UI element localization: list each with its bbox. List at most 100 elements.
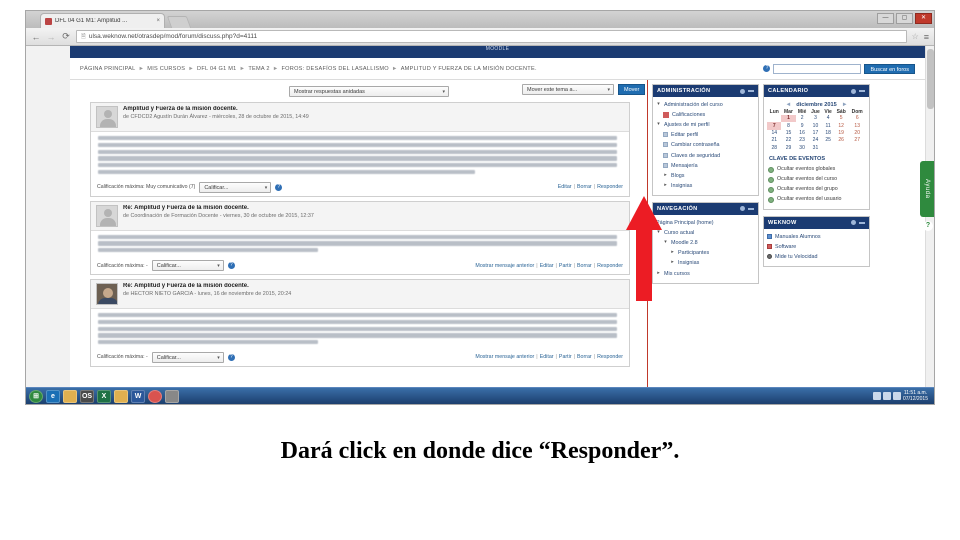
- avatar[interactable]: [96, 106, 118, 128]
- new-tab-button[interactable]: [166, 16, 192, 28]
- event-key-item[interactable]: Ocultar eventos globales: [767, 165, 866, 175]
- taskbar-app-icon[interactable]: [165, 389, 179, 403]
- forward-icon[interactable]: →: [46, 32, 56, 42]
- calendar-day[interactable]: 18: [822, 130, 834, 137]
- taskbar-os-icon[interactable]: OS: [80, 389, 94, 403]
- edit-link[interactable]: Editar: [540, 354, 554, 360]
- calendar-day[interactable]: 21: [767, 137, 781, 144]
- calendar-day[interactable]: 24: [809, 137, 823, 144]
- calendar-day[interactable]: 7: [767, 122, 782, 130]
- delete-link[interactable]: Borrar: [577, 354, 592, 360]
- taskbar-excel-icon[interactable]: X: [97, 389, 111, 403]
- chevron-down-icon[interactable]: ▾: [656, 121, 661, 129]
- chevron-right-icon[interactable]: ▸: [670, 259, 675, 267]
- delete-link[interactable]: Borrar: [577, 184, 592, 190]
- chevron-down-icon[interactable]: ▾: [656, 101, 661, 109]
- show-parent-link[interactable]: Mostrar mensaje anterior: [475, 354, 534, 360]
- breadcrumb-item-topic[interactable]: TEMA 2: [248, 66, 269, 72]
- reload-icon[interactable]: ⟳: [61, 31, 71, 42]
- event-key-item[interactable]: Ocultar eventos del curso: [767, 175, 866, 185]
- weknow-item-software[interactable]: Software: [767, 242, 866, 252]
- taskbar-word-icon[interactable]: W: [131, 389, 145, 403]
- nav-item-calificaciones[interactable]: Calificaciones: [656, 110, 755, 120]
- nav-item-cambiar-contrasena[interactable]: Cambiar contraseña: [656, 140, 755, 150]
- breadcrumb-item-home[interactable]: PÁGINA PRINCIPAL: [80, 66, 136, 72]
- search-input[interactable]: [773, 63, 862, 74]
- ayuda-tab[interactable]: Ayuda: [920, 161, 934, 217]
- split-link[interactable]: Partir: [559, 354, 572, 360]
- collapse-icon[interactable]: [859, 90, 865, 92]
- browser-tab[interactable]: DFL 04 G1 M1: Amplitud ... ×: [40, 13, 165, 28]
- event-key-item[interactable]: Ocultar eventos del grupo: [767, 185, 866, 195]
- collapse-icon[interactable]: [748, 90, 754, 92]
- rating-help-icon[interactable]: ?: [275, 183, 283, 191]
- ayuda-icon[interactable]: ?: [923, 221, 933, 231]
- calendar-day[interactable]: 30: [796, 144, 809, 151]
- calendar-day[interactable]: 15: [781, 130, 795, 137]
- window-close-button[interactable]: ✕: [915, 13, 932, 24]
- chevron-right-icon[interactable]: ▸: [663, 172, 668, 180]
- dock-icon[interactable]: [851, 220, 856, 226]
- nav-item-pagina-principal[interactable]: Página Principal (home): [656, 218, 755, 228]
- calendar-day[interactable]: 13: [848, 122, 866, 129]
- search-forums-button[interactable]: Buscar en foros: [864, 63, 915, 74]
- tray-icon[interactable]: [892, 392, 901, 400]
- prev-month-icon[interactable]: ◄: [785, 102, 791, 108]
- calendar-day[interactable]: 9: [796, 122, 809, 129]
- calendar-day[interactable]: 12: [834, 122, 848, 129]
- taskbar-folder-icon[interactable]: [63, 389, 77, 403]
- delete-link[interactable]: Borrar: [577, 263, 592, 269]
- nav-item-mensajeria[interactable]: Mensajería: [656, 161, 755, 171]
- nav-item-administracion-curso[interactable]: ▾ Administración del curso: [656, 100, 755, 110]
- rating-select[interactable]: Calificar...: [151, 351, 224, 363]
- next-month-icon[interactable]: ►: [842, 102, 848, 108]
- bookmark-star-icon[interactable]: ☆: [912, 32, 919, 41]
- rating-select[interactable]: Calificar...: [199, 181, 272, 193]
- calendar-day[interactable]: 14: [767, 130, 781, 137]
- dock-icon[interactable]: [740, 88, 745, 94]
- event-key-item[interactable]: Ocultar eventos del usuario: [767, 195, 866, 205]
- taskbar-clock[interactable]: 11:51 a.m. 07/12/2015: [903, 390, 931, 403]
- calendar-day[interactable]: 27: [848, 137, 866, 144]
- edit-link[interactable]: Editar: [540, 263, 554, 269]
- maximize-button[interactable]: ▢: [896, 13, 913, 24]
- avatar[interactable]: [96, 204, 118, 227]
- browser-menu-icon[interactable]: ≡: [924, 32, 929, 42]
- breadcrumb-item-course[interactable]: DFL 04 G1 M1: [197, 66, 236, 72]
- collapse-icon[interactable]: [859, 221, 865, 224]
- weknow-item-manuales[interactable]: Manuales Alumnos: [767, 232, 866, 242]
- move-topic-select[interactable]: Mover este tema a...: [522, 84, 614, 95]
- nav-item-moodle28[interactable]: ▾ Moodle 2.8: [656, 238, 755, 248]
- calendar-day[interactable]: 31: [809, 144, 823, 151]
- avatar[interactable]: [96, 283, 118, 306]
- calendar-day[interactable]: 8: [781, 122, 795, 129]
- calendar-day[interactable]: 4: [822, 115, 834, 122]
- nav-item-curso-actual[interactable]: ▾ Curso actual: [656, 228, 755, 238]
- calendar-day[interactable]: 23: [796, 137, 809, 144]
- back-icon[interactable]: ←: [31, 32, 41, 42]
- close-icon[interactable]: ×: [156, 18, 160, 24]
- nav-item-blogs[interactable]: ▸ Blogs: [656, 171, 755, 181]
- weknow-item-velocidad[interactable]: Mide tu Velocidad: [767, 252, 866, 262]
- calendar-day[interactable]: 10: [809, 122, 823, 129]
- move-button[interactable]: Mover: [618, 84, 646, 95]
- rating-help-icon[interactable]: ?: [227, 262, 235, 270]
- dock-icon[interactable]: [740, 206, 745, 212]
- reply-link[interactable]: Responder: [597, 184, 623, 190]
- calendar-day[interactable]: 26: [834, 137, 848, 144]
- calendar-day[interactable]: 19: [834, 130, 848, 137]
- nav-item-mis-cursos[interactable]: ▸ Mis cursos: [656, 269, 755, 279]
- calendar-day[interactable]: 2: [796, 115, 809, 122]
- calendar-day[interactable]: 5: [834, 115, 848, 122]
- calendar-day[interactable]: 11: [822, 122, 834, 129]
- nav-item-claves-seguridad[interactable]: Claves de seguridad: [656, 151, 755, 161]
- nav-item-participantes[interactable]: ▸ Participantes: [656, 248, 755, 258]
- reply-link[interactable]: Responder: [597, 354, 623, 360]
- nav-item-insignias-nav[interactable]: ▸ Insignias: [656, 258, 755, 268]
- nav-item-editar-perfil[interactable]: Editar perfil: [656, 130, 755, 140]
- help-icon[interactable]: ?: [763, 65, 771, 72]
- calendar-day[interactable]: 16: [796, 130, 809, 137]
- rating-help-icon[interactable]: ?: [227, 353, 235, 361]
- calendar-day[interactable]: 22: [781, 137, 795, 144]
- calendar-day[interactable]: 25: [822, 137, 834, 144]
